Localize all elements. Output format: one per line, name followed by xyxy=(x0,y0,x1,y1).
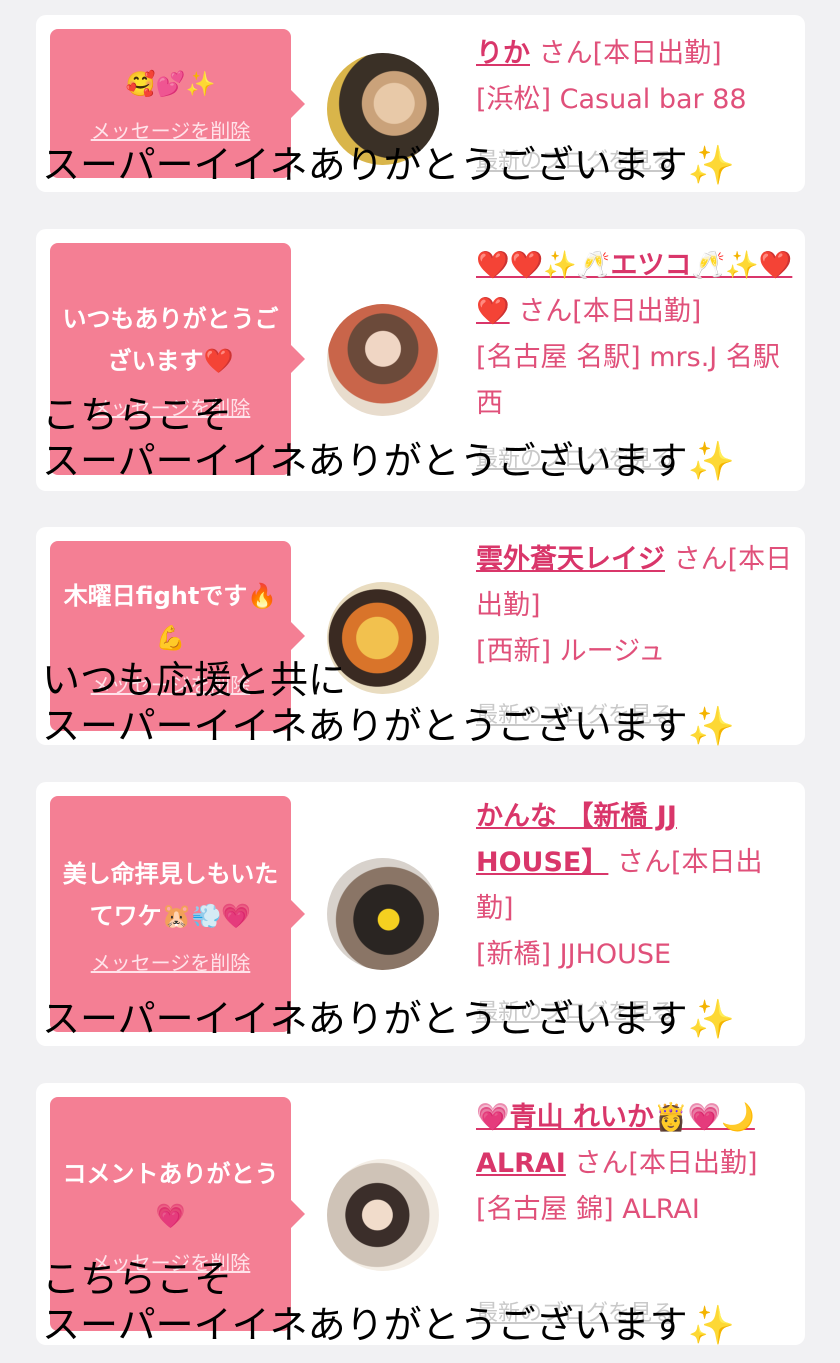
caption-line: スーパーイイネありがとうございます✨ xyxy=(42,704,735,748)
cast-status: さん[本日出勤] xyxy=(538,38,722,69)
cast-name-link[interactable]: 雲外蒼天レイジ xyxy=(476,544,665,575)
message-text: コメントありがとう💗 xyxy=(62,1159,279,1230)
overlay-caption: こちらこそ スーパーイイネありがとうございます✨ xyxy=(42,1256,735,1348)
cast-location: [浜松] Casual bar 88 xyxy=(476,84,747,115)
overlay-caption: いつも応援と共に スーパーイイネありがとうございます✨ xyxy=(42,657,735,749)
cast-info: かんな 【新橋 JJ HOUSE】 さん[本日出勤] [新橋] JJHOUSE xyxy=(476,794,796,978)
caption-line: スーパーイイネありがとうございます✨ xyxy=(42,1303,735,1347)
avatar[interactable] xyxy=(327,858,439,970)
caption-line: いつも応援と共に xyxy=(42,658,347,702)
cast-info: 💗青山 れいか👸💗🌙ALRAI さん[本日出勤] [名古屋 錦] ALRAI xyxy=(476,1095,796,1233)
avatar[interactable] xyxy=(327,1159,439,1271)
cast-info: 雲外蒼天レイジ さん[本日出勤] [西新] ルージュ xyxy=(476,537,796,675)
overlay-caption: こちらこそ スーパーイイネありがとうございます✨ xyxy=(42,392,735,484)
cast-status: さん[本日出勤] xyxy=(574,1148,758,1179)
message-text: 🥰💕✨ xyxy=(125,70,216,98)
overlay-caption: スーパーイイネありがとうございます✨ xyxy=(42,142,735,188)
message-text: いつもありがとうございます❤️ xyxy=(62,304,279,375)
caption-line: こちらこそ xyxy=(42,1257,233,1301)
caption-line: スーパーイイネありがとうございます✨ xyxy=(42,143,735,187)
message-text: 美し命拝見しもいたてワケ🐹💨💗 xyxy=(62,859,279,930)
caption-line: こちらこそ xyxy=(42,393,233,437)
cast-info: りか さん[本日出勤] [浜松] Casual bar 88 xyxy=(476,31,796,123)
cast-name-link[interactable]: りか xyxy=(476,38,530,69)
cast-location: [名古屋 錦] ALRAI xyxy=(476,1194,700,1225)
cast-location: [新橋] JJHOUSE xyxy=(476,939,672,970)
caption-line: スーパーイイネありがとうございます✨ xyxy=(42,997,735,1041)
message-text: 木曜日fightです🔥💪 xyxy=(63,581,278,652)
delete-message-link[interactable]: メッセージを削除 xyxy=(91,947,251,976)
overlay-caption: スーパーイイネありがとうございます✨ xyxy=(42,996,735,1042)
cast-status: さん[本日出勤] xyxy=(518,296,702,327)
caption-line: スーパーイイネありがとうございます✨ xyxy=(42,439,735,483)
delete-message-link[interactable]: メッセージを削除 xyxy=(91,115,251,144)
